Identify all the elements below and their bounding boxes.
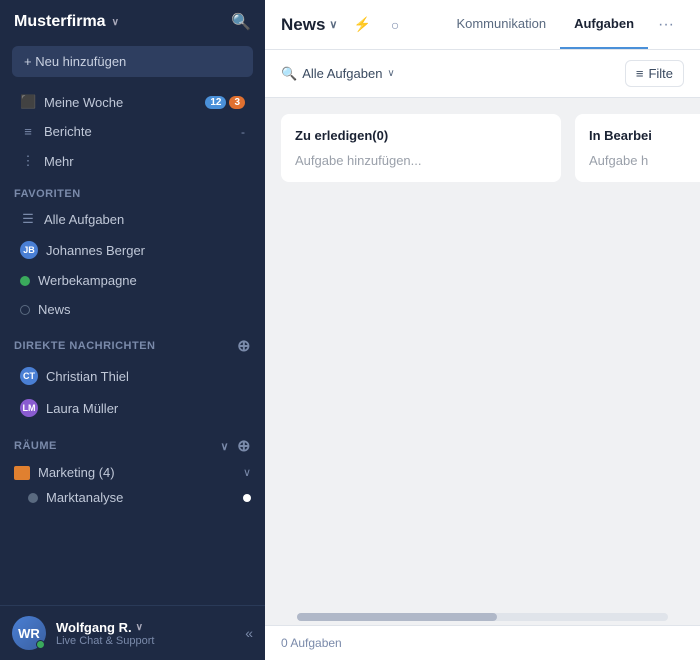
alle-aufgaben-label: Alle Aufgaben xyxy=(44,212,245,227)
add-room-icon[interactable]: ⊕ xyxy=(237,436,251,456)
sidebar-item-berichte[interactable]: ≡ Berichte - xyxy=(6,118,259,145)
filter-icon: ≡ xyxy=(636,66,644,81)
berichte-label: Berichte xyxy=(44,124,233,139)
task-count-label: 0 Aufgaben xyxy=(281,636,342,650)
main-header: News ∨ ⚡ ○ Kommunikation Aufgaben ··· xyxy=(265,0,700,50)
activity-icon-button[interactable]: ⚡ xyxy=(349,12,374,37)
sidebar-search-button[interactable]: 🔍 xyxy=(231,12,251,32)
scrollbar-thumb[interactable] xyxy=(297,613,497,621)
favorites-section-header: Favoriten xyxy=(0,176,265,204)
column-in-bearbeitung-header: In Bearbei xyxy=(589,128,700,143)
sidebar-item-mehr[interactable]: ⋮ Mehr xyxy=(6,147,259,175)
johannes-avatar: JB xyxy=(20,241,38,259)
marketing-expand-icon[interactable]: ∨ xyxy=(243,466,251,479)
add-task-in-bearbeitung-button[interactable]: Aufgabe h xyxy=(589,153,700,168)
sidebar-item-alle-aufgaben[interactable]: ☰ Alle Aufgaben xyxy=(6,205,259,233)
add-task-zu-erledigen-button[interactable]: Aufgabe hinzufügen... xyxy=(295,153,547,168)
tasks-toolbar: 🔍 Alle Aufgaben ∨ ≡ Filte xyxy=(265,50,700,98)
header-more-button[interactable]: ··· xyxy=(648,0,684,49)
werbekampagne-label: Werbekampagne xyxy=(38,273,245,288)
sidebar-item-marketing[interactable]: Marketing (4) ∨ xyxy=(0,460,265,485)
sidebar-item-news[interactable]: News xyxy=(6,296,259,323)
badge-num-blue: 12 xyxy=(205,96,226,109)
user-avatar: WR xyxy=(12,616,46,650)
footer-user-status: Live Chat & Support xyxy=(56,635,235,647)
meine-woche-label: Meine Woche xyxy=(44,95,197,110)
marktanalyse-notification-dot xyxy=(243,494,251,502)
company-name-area[interactable]: Musterfirma ∨ xyxy=(14,13,119,31)
dm-label: Direkte Nachrichten xyxy=(14,340,156,352)
berichte-icon: ≡ xyxy=(20,124,36,139)
tasks-search-area[interactable]: 🔍 Alle Aufgaben ∨ xyxy=(281,66,615,82)
berichte-badge: - xyxy=(241,125,245,139)
mehr-icon: ⋮ xyxy=(20,153,36,169)
horizontal-scrollbar-area xyxy=(265,609,700,625)
sidebar-item-johannes-berger[interactable]: JB Johannes Berger xyxy=(6,235,259,265)
user-chevron-icon: ∨ xyxy=(136,622,143,633)
add-dm-icon[interactable]: ⊕ xyxy=(237,336,251,356)
horizontal-scrollbar[interactable] xyxy=(297,613,668,621)
rooms-section-header: Räume ∨ ⊕ xyxy=(0,424,265,460)
column-zu-erledigen: Zu erledigen(0) Aufgabe hinzufügen... xyxy=(281,114,561,182)
filter-label: Filte xyxy=(648,66,673,81)
news-dot-icon xyxy=(20,305,30,315)
mehr-label: Mehr xyxy=(44,154,245,169)
tasks-filter-label: Alle Aufgaben xyxy=(302,66,382,81)
news-label: News xyxy=(38,302,245,317)
tasks-dropdown-icon[interactable]: ∨ xyxy=(387,68,394,79)
nav-aufgaben[interactable]: Aufgaben xyxy=(560,0,648,49)
dm-section-header: Direkte Nachrichten ⊕ xyxy=(0,324,265,360)
folder-icon xyxy=(14,466,30,480)
werbekampagne-dot-icon xyxy=(20,276,30,286)
add-new-button[interactable]: + Neu hinzufügen xyxy=(12,46,253,77)
laura-avatar: LM xyxy=(20,399,38,417)
nav-kommunikation[interactable]: Kommunikation xyxy=(442,0,560,49)
company-name-label: Musterfirma xyxy=(14,13,106,31)
sidebar: Musterfirma ∨ 🔍 + Neu hinzufügen ⬛ Meine… xyxy=(0,0,265,660)
marktanalyse-label: Marktanalyse xyxy=(46,490,123,505)
online-status-dot xyxy=(36,640,45,649)
add-new-label: + Neu hinzufügen xyxy=(24,54,126,69)
meine-woche-badge: 12 3 xyxy=(205,96,245,109)
tasks-footer: 0 Aufgaben xyxy=(265,625,700,660)
tasks-board: Zu erledigen(0) Aufgabe hinzufügen... In… xyxy=(265,98,700,609)
add-task-label: Aufgabe hinzufügen... xyxy=(295,153,422,168)
footer-user-info: Wolfgang R. ∨ Live Chat & Support xyxy=(56,620,235,647)
sidebar-item-meine-woche[interactable]: ⬛ Meine Woche 12 3 xyxy=(6,88,259,116)
favorites-label: Favoriten xyxy=(14,188,81,200)
footer-user-name: Wolfgang R. ∨ xyxy=(56,620,235,635)
marketing-label: Marketing (4) xyxy=(38,465,115,480)
laura-label: Laura Müller xyxy=(46,401,245,416)
sidebar-header: Musterfirma ∨ 🔍 xyxy=(0,0,265,44)
sidebar-collapse-icon[interactable]: « xyxy=(245,625,253,641)
column-in-bearbeitung: In Bearbei Aufgabe h xyxy=(575,114,700,182)
circle-icon-button[interactable]: ○ xyxy=(387,13,403,37)
christian-avatar: CT xyxy=(20,367,38,385)
add-task-in-bearbeitung-label: Aufgabe h xyxy=(589,153,648,168)
channel-chevron-icon: ∨ xyxy=(329,18,337,31)
list-icon: ☰ xyxy=(20,211,36,227)
johannes-label: Johannes Berger xyxy=(46,243,245,258)
company-chevron-icon: ∨ xyxy=(112,17,119,28)
marktanalyse-dot-icon xyxy=(28,493,38,503)
rooms-chevron-icon[interactable]: ∨ xyxy=(221,440,230,453)
christian-label: Christian Thiel xyxy=(46,369,245,384)
search-icon: 🔍 xyxy=(281,66,297,82)
rooms-label: Räume xyxy=(14,440,57,452)
main-content: News ∨ ⚡ ○ Kommunikation Aufgaben ··· 🔍 … xyxy=(265,0,700,660)
sidebar-footer[interactable]: WR Wolfgang R. ∨ Live Chat & Support « xyxy=(0,605,265,660)
sidebar-item-werbekampagne[interactable]: Werbekampagne xyxy=(6,267,259,294)
column-zu-erledigen-header: Zu erledigen(0) xyxy=(295,128,547,143)
filter-button[interactable]: ≡ Filte xyxy=(625,60,684,87)
header-nav: Kommunikation Aufgaben ··· xyxy=(442,0,684,49)
badge-num-orange: 3 xyxy=(229,96,245,109)
sidebar-item-marktanalyse[interactable]: Marktanalyse xyxy=(0,485,265,510)
sidebar-item-christian-thiel[interactable]: CT Christian Thiel xyxy=(6,361,259,391)
channel-title[interactable]: News ∨ xyxy=(281,15,337,35)
calendar-icon: ⬛ xyxy=(20,94,36,110)
channel-title-text: News xyxy=(281,15,325,35)
sidebar-item-laura-mueller[interactable]: LM Laura Müller xyxy=(6,393,259,423)
